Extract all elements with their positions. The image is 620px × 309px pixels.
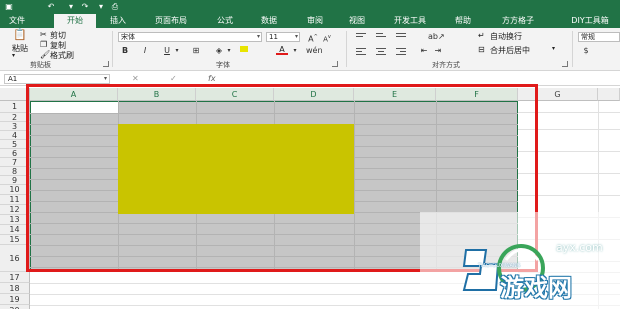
shrink-font-button[interactable]: Av xyxy=(322,32,332,43)
align-top-icon[interactable] xyxy=(356,33,366,40)
title-bar: ▣ ↶ ▾ ↷ ▾ ⎙ xyxy=(0,0,620,14)
ribbon-tabs: 文件 开始 插入 页面布局 公式 数据 审阅 视图 开发工具 帮助 方方格子 D… xyxy=(0,14,620,28)
merge-dropdown-icon[interactable]: ▾ xyxy=(552,45,555,52)
borders-icon[interactable]: ⊞ xyxy=(190,46,202,56)
font-group-label: 字体 xyxy=(216,61,230,69)
tab-diy-toolbox[interactable]: DIY工具箱 xyxy=(562,14,618,28)
chevron-down-icon: ▾ xyxy=(294,33,298,40)
print-preview-icon[interactable]: ⎙ xyxy=(110,2,120,12)
merge-center-button[interactable]: 合并后居中 xyxy=(490,45,530,56)
increase-indent-icon[interactable]: ⇥ xyxy=(432,46,444,56)
quick-access-menu-icon[interactable]: ▾ xyxy=(96,2,106,12)
currency-icon[interactable]: $ xyxy=(580,46,592,56)
chevron-down-icon: ▾ xyxy=(256,33,260,40)
wrap-text-icon[interactable]: ↵ xyxy=(478,31,485,40)
enter-icon[interactable]: ✓ xyxy=(170,74,177,84)
align-left-icon[interactable] xyxy=(356,48,366,55)
formula-input-area[interactable]: ✕ ✓ fx xyxy=(116,74,616,84)
fill-color-swatch xyxy=(240,46,248,52)
align-center-icon[interactable] xyxy=(376,48,386,55)
name-box[interactable]: A1 ▾ xyxy=(4,74,110,84)
redo-icon[interactable]: ↷ xyxy=(80,2,90,12)
tab-home[interactable]: 开始 xyxy=(54,14,96,28)
decrease-indent-icon[interactable]: ⇤ xyxy=(418,46,430,56)
tab-help[interactable]: 帮助 xyxy=(448,14,478,28)
copy-icon[interactable]: ❐ xyxy=(40,40,47,49)
tab-review[interactable]: 审阅 xyxy=(300,14,330,28)
alignment-launcher-icon[interactable] xyxy=(562,61,568,67)
row-header[interactable]: 17 xyxy=(0,272,30,283)
cancel-icon[interactable]: ✕ xyxy=(132,74,139,84)
save-icon[interactable]: ▣ xyxy=(4,2,14,12)
tab-data[interactable]: 数据 xyxy=(254,14,284,28)
chevron-down-icon[interactable]: ▾ xyxy=(104,75,107,83)
format-painter-button[interactable]: 格式刷 xyxy=(50,50,74,61)
column-header-h[interactable] xyxy=(598,88,620,101)
underline-button[interactable]: U xyxy=(162,46,172,56)
tab-developer[interactable]: 开发工具 xyxy=(388,14,432,28)
clipboard-launcher-icon[interactable] xyxy=(103,61,109,67)
tab-view[interactable]: 视图 xyxy=(342,14,372,28)
font-color-button[interactable]: A xyxy=(276,45,288,55)
font-launcher-icon[interactable] xyxy=(332,61,338,67)
align-bottom-icon[interactable] xyxy=(396,33,406,40)
undo-icon[interactable]: ↶ xyxy=(46,2,56,12)
paste-icon[interactable]: 📋 xyxy=(12,29,28,42)
clipboard-group-label: 剪贴板 xyxy=(30,61,51,69)
italic-button[interactable]: I xyxy=(140,46,150,56)
paste-dropdown-icon[interactable]: ▾ xyxy=(12,52,15,59)
cut-icon[interactable]: ✂ xyxy=(40,30,47,39)
row-header[interactable]: 19 xyxy=(0,294,30,305)
tab-formulas[interactable]: 公式 xyxy=(210,14,240,28)
orientation-icon[interactable]: ab↗ xyxy=(428,32,445,42)
wrap-text-button[interactable]: 自动换行 xyxy=(490,31,522,42)
group-divider xyxy=(112,31,113,67)
row-header[interactable]: 18 xyxy=(0,283,30,294)
watermark-site-text: ayx.com xyxy=(556,241,603,254)
tab-fangfang-gezi[interactable]: 方方格子 xyxy=(492,14,544,28)
fill-color-dropdown-icon[interactable]: ▾ xyxy=(226,46,232,56)
undo-dropdown-icon[interactable]: ▾ xyxy=(66,2,76,12)
align-middle-icon[interactable] xyxy=(376,33,386,40)
format-painter-icon[interactable]: 🖌 xyxy=(40,50,50,59)
fill-color-icon[interactable]: ◈ xyxy=(212,46,226,56)
tab-page-layout[interactable]: 页面布局 xyxy=(146,14,196,28)
group-divider xyxy=(572,31,573,67)
phonetic-icon[interactable]: wén xyxy=(306,46,323,56)
grow-font-button[interactable]: A^ xyxy=(308,32,318,44)
underline-dropdown-icon[interactable]: ▾ xyxy=(174,46,180,56)
bold-button[interactable]: B xyxy=(120,46,130,56)
font-size-select[interactable]: 11 ▾ xyxy=(266,32,300,42)
font-color-dropdown-icon[interactable]: ▾ xyxy=(292,46,298,56)
align-right-icon[interactable] xyxy=(396,48,406,55)
alignment-group-label: 对齐方式 xyxy=(432,61,460,69)
merge-center-icon[interactable]: ⊟ xyxy=(478,45,485,54)
tab-file[interactable]: 文件 xyxy=(2,14,32,28)
tab-insert[interactable]: 插入 xyxy=(104,14,132,28)
insert-function-button[interactable]: fx xyxy=(208,74,216,84)
watermark-chinese-text: 游戏网 xyxy=(500,274,572,302)
font-name-select[interactable]: 宋体 ▾ xyxy=(118,32,262,42)
row-header[interactable]: 20 xyxy=(0,305,30,309)
group-divider xyxy=(346,31,347,67)
number-format-select[interactable]: 常规 xyxy=(578,32,620,42)
ribbon: 📋 粘贴 ▾ ✂ 剪切 ❐ 复制 🖌 格式刷 剪贴板 宋体 ▾ 11 ▾ A^ Av… xyxy=(0,28,620,71)
